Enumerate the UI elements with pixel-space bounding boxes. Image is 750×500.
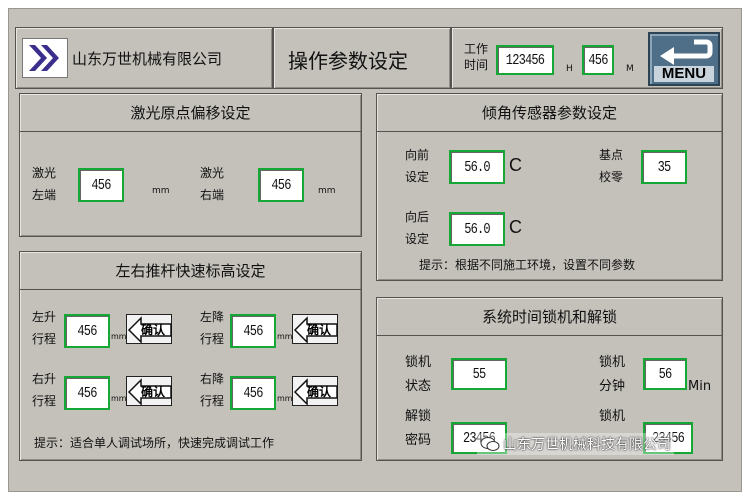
laser-left-value: 456	[91, 176, 111, 194]
left-up-unit: mm	[111, 332, 127, 341]
right-up-unit: mm	[111, 394, 127, 403]
worktime-hours-unit: H	[566, 64, 573, 74]
chevron-logo-icon	[29, 45, 59, 71]
lock-minutes-unit: Min	[688, 379, 712, 394]
laser-right-label-line1: 激光	[200, 166, 225, 180]
left-down-unit: mm	[277, 332, 293, 341]
left-down-label-line2: 行程	[200, 332, 225, 346]
tilt-backward-value: 56.0	[464, 220, 490, 238]
left-up-confirm-button[interactable]: 确认	[126, 314, 172, 344]
worktime-hours-value: 123456	[505, 51, 545, 69]
left-up-confirm-label: 确认	[141, 323, 166, 337]
tilt-forward-field[interactable]: 56.0	[449, 150, 505, 184]
laser-right-value: 456	[271, 176, 291, 194]
right-down-label-line1: 右降	[200, 372, 225, 386]
laser-left-unit: mm	[152, 186, 170, 196]
return-arrow-icon	[660, 39, 713, 65]
right-up-value: 456	[77, 384, 97, 402]
worktime-minutes-field[interactable]: 456	[582, 45, 614, 75]
left-down-value: 456	[243, 322, 263, 340]
laser-left-field[interactable]: 456	[78, 168, 124, 202]
push-panel-title: 左右推杆快速标高设定	[20, 252, 361, 290]
menu-label: MENU	[654, 66, 714, 82]
tilt-forward-value: 56.0	[464, 158, 490, 176]
left-down-confirm-label: 确认	[307, 323, 332, 337]
company-name: 山东万世机械有限公司	[72, 50, 223, 68]
right-up-label-line1: 右升	[32, 372, 57, 386]
tilt-forward-unit: C	[509, 155, 522, 175]
right-up-label-line2: 行程	[32, 394, 57, 408]
lock-minutes-label-line2: 分钟	[599, 379, 626, 394]
tilt-backward-field[interactable]: 56.0	[449, 212, 505, 246]
unlock-code-label-line2: 密码	[405, 433, 432, 448]
right-down-confirm-label: 确认	[307, 385, 332, 399]
header-logo-box: 山东万世机械有限公司	[15, 27, 273, 89]
right-up-confirm-button[interactable]: 确认	[126, 376, 172, 406]
lock-state-label-line1: 锁机	[405, 355, 432, 370]
left-down-label-line1: 左降	[200, 310, 225, 324]
tilt-sensor-panel: 倾角传感器参数设定 向前 设定 56.0 C 基点 校零 35 向后 设定 56…	[376, 93, 723, 281]
push-rod-panel: 左右推杆快速标高设定 左升 行程 456 mm 确认 左降 行程 456 mm …	[19, 251, 362, 461]
worktime-minutes-unit: M	[626, 64, 634, 74]
worktime-hours-field[interactable]: 123456	[496, 45, 554, 75]
right-down-field[interactable]: 456	[230, 376, 276, 410]
left-up-label-line2: 行程	[32, 332, 57, 346]
watermark: 山东万世机械科技有限公司	[477, 433, 674, 455]
tilt-panel-title: 倾角传感器参数设定	[377, 94, 722, 132]
laser-offset-panel: 激光原点偏移设定 激光 左端 456 mm 激光 右端 456 mm	[19, 93, 362, 237]
tilt-base-label-line2: 校零	[599, 170, 624, 184]
hmi-screen: 山东万世机械有限公司 操作参数设定 工作 时间 123456 H 456 M M…	[8, 8, 742, 492]
chat-bubble-icon	[480, 437, 500, 451]
right-down-value: 456	[243, 384, 263, 402]
tilt-backward-label-line2: 设定	[405, 232, 430, 246]
tilt-backward-label-line1: 向后	[405, 210, 430, 224]
header-title-box: 操作参数设定	[273, 27, 451, 89]
lock-panel-title: 系统时间锁机和解锁	[377, 298, 722, 336]
tilt-base-label-line1: 基点	[599, 148, 624, 162]
page-title: 操作参数设定	[288, 49, 408, 73]
left-up-label-line1: 左升	[32, 310, 57, 324]
tilt-forward-label-line2: 设定	[405, 170, 430, 184]
header-worktime-box: 工作 时间 123456 H 456 M MENU	[451, 27, 723, 89]
company-logo	[22, 38, 68, 78]
worktime-minutes-value: 456	[588, 51, 608, 69]
left-up-field[interactable]: 456	[64, 314, 110, 348]
unlock-code-label-line1: 解锁	[405, 409, 432, 424]
laser-right-label-line2: 右端	[200, 188, 225, 202]
laser-left-label-line1: 激光	[32, 166, 57, 180]
tilt-base-field[interactable]: 35	[641, 150, 687, 184]
left-down-field[interactable]: 456	[230, 314, 276, 348]
lock-code-label: 锁机	[599, 409, 626, 424]
tilt-hint-text: 提示：根据不同施工环境，设置不同参数	[419, 258, 636, 272]
right-down-unit: mm	[277, 394, 293, 403]
lock-state-label-line2: 状态	[405, 379, 432, 394]
menu-button[interactable]: MENU	[648, 32, 720, 86]
lock-state-field[interactable]: 55	[451, 358, 507, 390]
right-up-field[interactable]: 456	[64, 376, 110, 410]
worktime-label-line2: 时间	[464, 58, 489, 72]
tilt-backward-unit: C	[509, 217, 522, 237]
tilt-base-value: 35	[657, 158, 672, 176]
tilt-forward-label-line1: 向前	[405, 148, 430, 162]
laser-left-label-line2: 左端	[32, 188, 57, 202]
laser-right-field[interactable]: 456	[258, 168, 304, 202]
left-down-confirm-button[interactable]: 确认	[292, 314, 338, 344]
lock-minutes-value: 56	[658, 365, 673, 383]
lock-state-value: 55	[472, 365, 487, 383]
laser-panel-title: 激光原点偏移设定	[20, 94, 361, 132]
left-up-value: 456	[77, 322, 97, 340]
push-hint-text: 提示：适合单人调试场所，快速完成调试工作	[34, 436, 275, 450]
watermark-text: 山东万世机械科技有限公司	[503, 437, 671, 453]
right-down-confirm-button[interactable]: 确认	[292, 376, 338, 406]
right-down-label-line2: 行程	[200, 394, 225, 408]
lock-minutes-field[interactable]: 56	[643, 358, 687, 390]
right-up-confirm-label: 确认	[141, 385, 166, 399]
lock-minutes-label-line1: 锁机	[599, 355, 626, 370]
laser-right-unit: mm	[318, 186, 336, 196]
